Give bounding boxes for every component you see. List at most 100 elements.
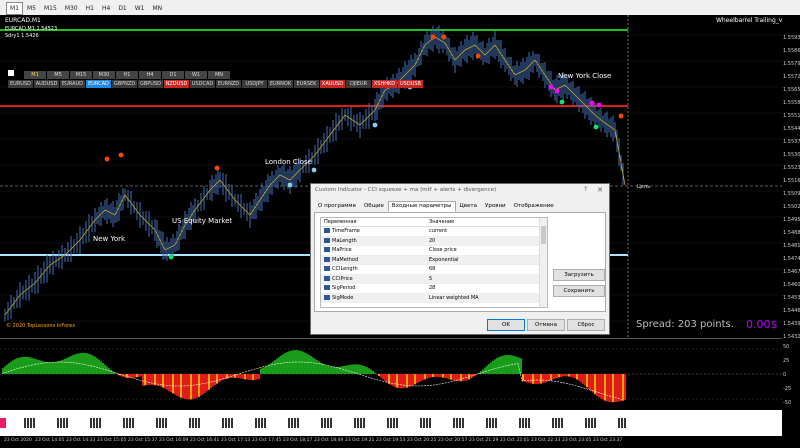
tab-4[interactable]: Уровни	[481, 201, 510, 212]
panel-toggle-checkbox[interactable]	[8, 70, 14, 76]
param-value[interactable]: 68	[429, 265, 435, 274]
pair-button-gbpusd[interactable]: GBPUSD	[138, 80, 163, 88]
load-button[interactable]: Загрузить	[553, 269, 605, 281]
param-value[interactable]: 5	[429, 275, 432, 284]
mtf-button-m30[interactable]: M30	[93, 71, 115, 79]
mtf-button-h1[interactable]: H1	[116, 71, 138, 79]
mtf-button-d1[interactable]: D1	[162, 71, 184, 79]
pair-button-djieur[interactable]: DJIEUR	[346, 80, 371, 88]
param-type-icon	[324, 247, 330, 252]
cci-bar	[504, 355, 506, 374]
chart-info-line: Sdry1 1.5426	[5, 33, 39, 39]
close-icon[interactable]: ✕	[597, 184, 603, 196]
param-row[interactable]: MaMethod Exponential	[321, 255, 547, 265]
pair-button-eurusd[interactable]: EURUSD	[8, 80, 33, 88]
pair-button-audusd[interactable]: AUDUSD	[34, 80, 59, 88]
pair-button-euraud[interactable]: EURAUD	[60, 80, 85, 88]
cci-bar	[138, 374, 140, 377]
mtf-button-m5[interactable]: M5	[47, 71, 69, 79]
pair-button-eurnok[interactable]: EURNOK	[268, 80, 293, 88]
cci-bar	[548, 374, 550, 382]
timeframe-button-m15[interactable]: M15	[40, 2, 61, 15]
pair-button-eurnzd[interactable]: EURNZD	[216, 80, 241, 88]
pair-button-usdcad[interactable]: USDCAD	[190, 80, 215, 88]
pair-button-gbpnzd[interactable]: GBPNZD	[112, 80, 137, 88]
param-row[interactable]: CCILength 68	[321, 265, 547, 275]
tab-2[interactable]: Входные параметры	[387, 201, 456, 212]
param-value[interactable]: 20	[429, 237, 435, 246]
timeframe-button-mn[interactable]: MN	[149, 2, 167, 15]
timeframe-button-m30[interactable]: M30	[61, 2, 82, 15]
cancel-button[interactable]: Отмена	[527, 319, 565, 331]
help-icon[interactable]: ?	[584, 184, 587, 196]
save-params-button[interactable]: Сохранить	[553, 285, 605, 297]
price-tick: 1.55305	[783, 152, 800, 158]
cci-bar	[364, 366, 366, 374]
param-row[interactable]: SigMode Linear weighted MA	[321, 293, 547, 303]
mtf-button-row: M1 M5 M15 M30 H1 H4 D1 W1 MN	[24, 70, 231, 79]
cci-bar	[410, 374, 412, 387]
time-tick: 23 Oct 19:21	[345, 438, 375, 443]
pair-button-eursek[interactable]: EURSEK	[294, 80, 319, 88]
pair-button-nzdusd[interactable]: NZDUSD	[164, 80, 189, 88]
tab-1[interactable]: Общие	[360, 201, 388, 212]
pair-button-usdusb[interactable]: USDUSB	[398, 80, 423, 88]
dialog-titlebar[interactable]: Custom Indicator - CCI squeeze + ma (mtf…	[311, 184, 609, 196]
param-value[interactable]: Close price	[429, 246, 457, 255]
price-axis[interactable]: 1.55930 1.55860 1.55790 1.55720 1.55650 1.555…	[782, 15, 800, 448]
cci-bar	[198, 374, 200, 397]
ok-button[interactable]: OK	[487, 319, 525, 331]
timeframe-button-h4[interactable]: H4	[98, 2, 114, 15]
param-row[interactable]: TimeFrame current	[321, 227, 547, 237]
cci-bar	[196, 374, 198, 398]
mtf-button-m15[interactable]: M15	[70, 71, 92, 79]
table-scrollbar[interactable]	[539, 218, 547, 307]
cci-bar	[168, 374, 170, 391]
cci-bar	[72, 355, 74, 374]
mtf-button-mn[interactable]: MN	[208, 71, 230, 79]
timeframe-button-w1[interactable]: W1	[131, 2, 149, 15]
squeeze-bar	[354, 418, 356, 428]
timeframe-button-m5[interactable]: M5	[23, 2, 40, 15]
cci-bar	[604, 374, 606, 401]
mtf-button-h4[interactable]: H4	[139, 71, 161, 79]
cci-tick: -50	[783, 400, 792, 406]
cci-bar	[488, 363, 490, 374]
squeeze-bar	[258, 418, 260, 428]
time-axis[interactable]: 23 Oct 2020 23 Oct 14:05 23 Oct 14:33 23 Oc…	[0, 437, 782, 448]
pair-button-xauusd[interactable]: XAUUSD	[320, 80, 345, 88]
timeframe-button-m1[interactable]: M1	[6, 2, 23, 15]
timeframe-button-h1[interactable]: H1	[82, 2, 98, 15]
param-value[interactable]: 28	[429, 284, 435, 293]
timeframe-button-d1[interactable]: D1	[114, 2, 130, 15]
squeeze-bar	[291, 418, 293, 428]
param-row[interactable]: SigPeriod 28	[321, 284, 547, 294]
cci-bar	[26, 356, 28, 374]
cci-bar	[540, 374, 542, 384]
pair-button-usdjpy[interactable]: USDJPY	[242, 80, 267, 88]
param-value[interactable]: Linear weighted MA	[429, 294, 479, 303]
mtf-button-m1[interactable]: M1	[24, 71, 46, 79]
cci-bar	[186, 374, 188, 400]
tab-3[interactable]: Цвета	[456, 201, 481, 212]
scrollbar-thumb[interactable]	[541, 226, 546, 244]
cci-bar	[282, 354, 284, 374]
param-row[interactable]: MaPrice Close price	[321, 246, 547, 256]
cci-subwindow[interactable]	[0, 338, 782, 409]
price-tick: 1.54465	[783, 308, 800, 314]
reset-button[interactable]: Сброс	[567, 319, 605, 331]
param-value[interactable]: current	[429, 227, 447, 236]
dialog-tabs: О программе Общие Входные параметры Цвета Ур…	[314, 201, 558, 212]
param-row[interactable]: CCIPrice 5	[321, 274, 547, 284]
pair-button-xshhkd[interactable]: XSHHKD	[372, 80, 397, 88]
param-row[interactable]: MaLength 20	[321, 236, 547, 246]
cci-bar	[520, 358, 522, 374]
tab-0[interactable]: О программе	[314, 201, 360, 212]
cci-bar	[506, 355, 508, 374]
pair-button-eurcad[interactable]: EURCAD	[86, 80, 111, 88]
param-value[interactable]: Exponential	[429, 256, 459, 265]
tab-5[interactable]: Отображение	[510, 201, 558, 212]
cci-bar	[12, 360, 14, 374]
mtf-button-w1[interactable]: W1	[185, 71, 207, 79]
signal-dot	[596, 102, 602, 108]
